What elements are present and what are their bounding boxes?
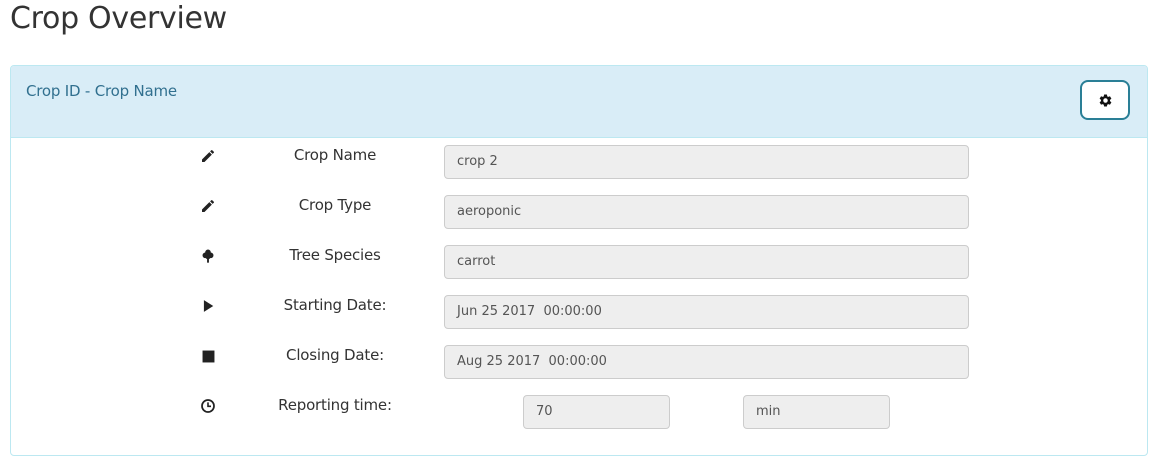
tree-species-field[interactable]: carrot [444,245,969,279]
closing-date-row: Closing Date: Aug 25 2017 00:00:00 [11,345,1147,379]
crop-name-field[interactable]: crop 2 [444,145,969,179]
closing-date-label: Closing Date: [286,346,384,364]
settings-button[interactable] [1080,80,1130,120]
pencil-icon [197,145,219,167]
panel-title: Crop ID - Crop Name [26,82,177,100]
panel-heading: Crop ID - Crop Name [11,66,1147,138]
reporting-time-row: Reporting time: 70 min [11,395,1147,429]
crop-name-row: Crop Name crop 2 [11,145,1147,179]
gear-icon [1098,93,1113,108]
stop-icon [197,345,219,367]
tree-species-label: Tree Species [289,246,381,264]
page-title: Crop Overview [10,1,227,36]
crop-type-row: Crop Type aeroponic [11,195,1147,229]
crop-type-field[interactable]: aeroponic [444,195,969,229]
reporting-time-label: Reporting time: [278,396,392,414]
crop-type-label: Crop Type [298,196,372,214]
reporting-time-value-field[interactable]: 70 [523,395,670,429]
tree-icon [197,245,219,267]
starting-date-field[interactable]: Jun 25 2017 00:00:00 [444,295,969,329]
clock-icon [197,395,219,417]
crop-name-label: Crop Name [293,146,377,164]
play-icon [197,295,219,317]
closing-date-field[interactable]: Aug 25 2017 00:00:00 [444,345,969,379]
reporting-time-unit-field[interactable]: min [743,395,890,429]
starting-date-row: Starting Date: Jun 25 2017 00:00:00 [11,295,1147,329]
starting-date-label: Starting Date: [283,296,387,314]
crop-overview-panel: Crop ID - Crop Name Crop Name crop 2 Cro… [10,65,1148,456]
pencil-icon [197,195,219,217]
tree-species-row: Tree Species carrot [11,245,1147,279]
